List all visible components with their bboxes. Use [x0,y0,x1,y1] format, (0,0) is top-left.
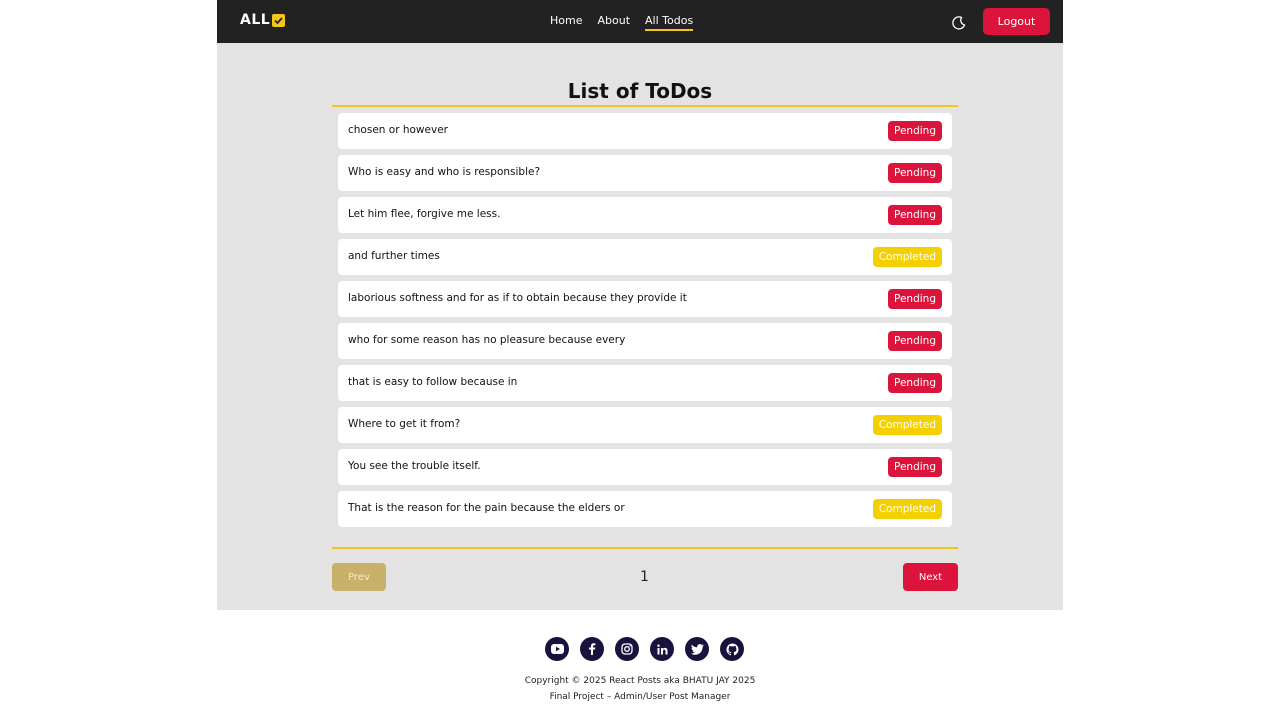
status-badge: Pending [888,457,942,477]
copyright-text: Copyright © 2025 React Posts aka BHATU J… [524,676,756,686]
todo-item[interactable]: that is easy to follow because in Pendin… [338,365,952,401]
github-icon[interactable] [720,637,744,661]
nav-about[interactable]: About [597,14,630,27]
logout-button[interactable]: Logout [983,8,1050,35]
page-title: List of ToDos [567,79,713,103]
todo-item[interactable]: Who is easy and who is responsible? Pend… [338,155,952,191]
navbar: ALL Home About All Todos Logout [217,0,1063,43]
divider-top [332,105,958,107]
todo-text: You see the trouble itself. [348,460,481,472]
facebook-icon[interactable] [580,637,604,661]
social-links [545,637,744,661]
app-container: ALL Home About All Todos Logout List of … [217,0,1063,610]
status-badge: Pending [888,331,942,351]
todo-item[interactable]: Where to get it from? Completed [338,407,952,443]
youtube-icon[interactable] [545,637,569,661]
todo-item[interactable]: laborious softness and for as if to obta… [338,281,952,317]
todo-item[interactable]: who for some reason has no pleasure beca… [338,323,952,359]
todo-text: and further times [348,250,440,262]
status-badge: Completed [872,499,942,519]
linkedin-icon[interactable] [650,637,674,661]
todo-list: chosen or however Pending Who is easy an… [338,113,952,533]
status-badge: Pending [888,373,942,393]
todo-item[interactable]: chosen or however Pending [338,113,952,149]
todo-item[interactable]: Let him flee, forgive me less. Pending [338,197,952,233]
todo-item[interactable]: You see the trouble itself. Pending [338,449,952,485]
divider-bottom [332,547,958,549]
todo-text: Who is easy and who is responsible? [348,166,541,178]
todo-text: Where to get it from? [348,418,461,430]
todo-text: chosen or however [348,124,448,136]
main-nav: Home About All Todos [550,14,708,31]
status-badge: Pending [888,205,942,225]
status-badge: Pending [888,163,942,183]
prev-button[interactable]: Prev [332,563,386,591]
todo-text: Let him flee, forgive me less. [348,208,501,220]
page-number: 1 [640,569,649,585]
footer-subtitle: Final Project – Admin/User Post Manager [549,692,731,702]
status-badge: Completed [872,415,942,435]
nav-home[interactable]: Home [550,14,582,27]
todo-item[interactable]: That is the reason for the pain because … [338,491,952,527]
instagram-icon[interactable] [615,637,639,661]
todo-text: laborious softness and for as if to obta… [348,292,687,304]
nav-all-todos[interactable]: All Todos [645,14,694,31]
todo-text: who for some reason has no pleasure beca… [348,334,626,346]
todo-text: That is the reason for the pain because … [348,502,625,514]
status-badge: Pending [888,121,942,141]
status-badge: Completed [872,247,942,267]
moon-icon[interactable] [952,15,966,30]
checkbox-icon [272,13,286,27]
twitter-icon[interactable] [685,637,709,661]
todo-text: that is easy to follow because in [348,376,518,388]
logo-text: ALL [240,12,271,28]
status-badge: Pending [888,289,942,309]
todo-item[interactable]: and further times Completed [338,239,952,275]
next-button[interactable]: Next [903,563,958,591]
logo[interactable]: ALL [240,12,286,28]
